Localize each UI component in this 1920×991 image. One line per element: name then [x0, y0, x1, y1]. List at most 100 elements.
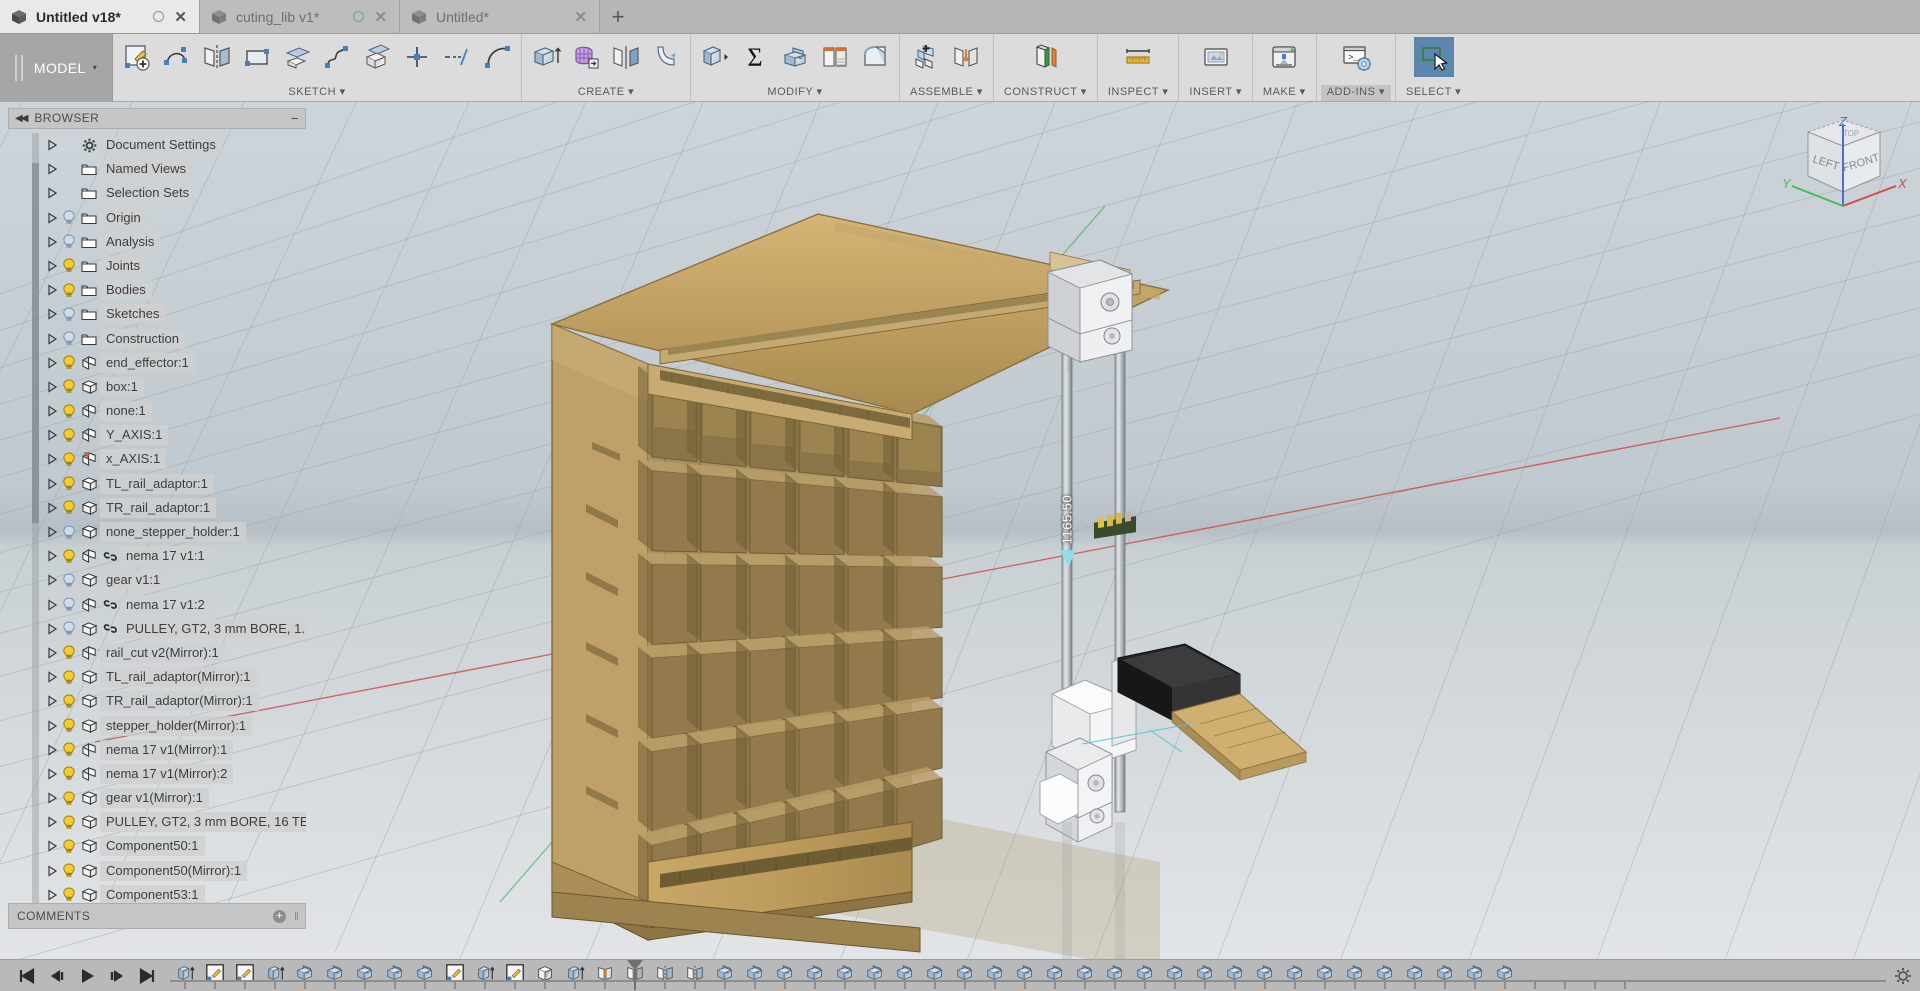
browser-item-23[interactable]: TR_rail_adaptor(Mirror):1 — [8, 689, 306, 713]
browser-item-24[interactable]: stepper_holder(Mirror):1 — [8, 713, 306, 737]
visibility-bulb-icon[interactable] — [60, 258, 78, 273]
appearance-button[interactable] — [815, 37, 855, 77]
browser-item-19[interactable]: nema 17 v1:2 — [8, 592, 306, 616]
browser-item-6[interactable]: Bodies — [8, 278, 306, 302]
browser-item-1[interactable]: Named Views — [8, 157, 306, 181]
step-forward-button[interactable] — [102, 961, 132, 991]
browser-item-20[interactable]: PULLEY, GT2, 3 mm BORE, 1... — [8, 617, 306, 641]
document-tab-0[interactable]: Untitled v18* ✕ — [0, 0, 200, 33]
visibility-bulb-icon[interactable] — [60, 355, 78, 370]
expand-triangle-icon[interactable] — [44, 695, 60, 707]
expand-triangle-icon[interactable] — [44, 236, 60, 248]
panel-label-make[interactable]: MAKE ▾ — [1257, 85, 1312, 101]
expand-triangle-icon[interactable] — [44, 381, 60, 393]
browser-item-17[interactable]: nema 17 v1:1 — [8, 544, 306, 568]
expand-triangle-icon[interactable] — [44, 840, 60, 852]
expand-triangle-icon[interactable] — [44, 647, 60, 659]
timeline-marker[interactable] — [627, 960, 643, 970]
expand-triangle-icon[interactable] — [44, 720, 60, 732]
expand-triangle-icon[interactable] — [44, 623, 60, 635]
browser-header[interactable]: ◀◀ BROWSER − — [8, 108, 306, 129]
expand-triangle-icon[interactable] — [44, 889, 60, 901]
mirror-sketch-button[interactable] — [197, 37, 237, 77]
visibility-bulb-icon[interactable] — [60, 597, 78, 612]
visibility-bulb-icon[interactable] — [60, 645, 78, 660]
browser-item-22[interactable]: TL_rail_adaptor(Mirror):1 — [8, 665, 306, 689]
visibility-bulb-icon[interactable] — [60, 500, 78, 515]
browser-item-29[interactable]: Component50:1 — [8, 834, 306, 858]
visibility-bulb-icon[interactable] — [60, 573, 78, 588]
browser-item-13[interactable]: x_AXIS:1 — [8, 447, 306, 471]
visibility-bulb-icon[interactable] — [60, 452, 78, 467]
expand-triangle-icon[interactable] — [44, 744, 60, 756]
timeline-settings-button[interactable] — [1886, 960, 1920, 991]
expand-triangle-icon[interactable] — [44, 816, 60, 828]
expand-triangle-icon[interactable] — [44, 308, 60, 320]
browser-item-27[interactable]: gear v1(Mirror):1 — [8, 786, 306, 810]
browser-item-18[interactable]: gear v1:1 — [8, 568, 306, 592]
close-icon[interactable]: ✕ — [572, 8, 589, 26]
expand-triangle-icon[interactable] — [44, 357, 60, 369]
comments-panel[interactable]: COMMENTS + ‖ — [8, 903, 306, 929]
browser-item-3[interactable]: Origin — [8, 205, 306, 229]
document-tab-2[interactable]: Untitled* ✕ — [400, 0, 600, 33]
browser-item-9[interactable]: end_effector:1 — [8, 351, 306, 375]
visibility-bulb-icon[interactable] — [60, 670, 78, 685]
expand-triangle-icon[interactable] — [44, 599, 60, 611]
expand-triangle-icon[interactable] — [44, 260, 60, 272]
minimize-icon[interactable]: − — [291, 111, 299, 126]
panel-label-modify[interactable]: MODIFY ▾ — [761, 85, 828, 101]
document-tab-1[interactable]: cuting_lib v1* ✕ — [200, 0, 400, 33]
visibility-bulb-icon[interactable] — [60, 379, 78, 394]
3d-print-button[interactable] — [1264, 37, 1304, 77]
expand-triangle-icon[interactable] — [44, 671, 60, 683]
visibility-bulb-icon[interactable] — [60, 525, 78, 540]
browser-item-8[interactable]: Construction — [8, 326, 306, 350]
expand-triangle-icon[interactable] — [44, 526, 60, 538]
expand-triangle-icon[interactable] — [44, 212, 60, 224]
browser-item-4[interactable]: Analysis — [8, 230, 306, 254]
browser-item-31[interactable]: Component53:1 — [8, 883, 306, 903]
new-tab-button[interactable]: + — [600, 0, 636, 33]
visibility-bulb-icon[interactable] — [60, 718, 78, 733]
browser-item-12[interactable]: Y_AXIS:1 — [8, 423, 306, 447]
line-button[interactable] — [157, 37, 197, 77]
panel-label-insert[interactable]: INSERT ▾ — [1183, 85, 1248, 101]
visibility-bulb-icon[interactable] — [60, 839, 78, 854]
panel-label-sketch[interactable]: SKETCH ▾ — [282, 85, 351, 101]
add-comment-icon[interactable]: + — [273, 910, 286, 923]
visibility-bulb-icon[interactable] — [60, 210, 78, 225]
expand-triangle-icon[interactable] — [44, 429, 60, 441]
new-component-button[interactable] — [906, 37, 946, 77]
panel-label-assemble[interactable]: ASSEMBLE ▾ — [904, 85, 989, 101]
browser-item-26[interactable]: nema 17 v1(Mirror):2 — [8, 762, 306, 786]
sweep-button[interactable] — [646, 37, 686, 77]
browser-item-25[interactable]: nema 17 v1(Mirror):1 — [8, 738, 306, 762]
press-pull-button[interactable] — [695, 37, 735, 77]
visibility-bulb-icon[interactable] — [60, 234, 78, 249]
visibility-bulb-icon[interactable] — [60, 307, 78, 322]
expand-triangle-icon[interactable] — [44, 478, 60, 490]
rectangle-button[interactable] — [237, 37, 277, 77]
expand-triangle-icon[interactable] — [44, 163, 60, 175]
browser-item-21[interactable]: rail_cut v2(Mirror):1 — [8, 641, 306, 665]
workspace-switcher-button[interactable]: MODEL ▾ — [0, 34, 113, 101]
visibility-bulb-icon[interactable] — [60, 549, 78, 564]
point-button[interactable] — [397, 37, 437, 77]
visibility-bulb-icon[interactable] — [60, 863, 78, 878]
select-button[interactable] — [1414, 37, 1454, 77]
visibility-bulb-icon[interactable] — [60, 766, 78, 781]
project-geometry-button[interactable] — [277, 37, 317, 77]
create-form-button[interactable] — [566, 37, 606, 77]
expand-triangle-icon[interactable] — [44, 139, 60, 151]
panel-label-addins[interactable]: ADD-INS ▾ — [1321, 85, 1391, 101]
visibility-bulb-icon[interactable] — [60, 621, 78, 636]
go-to-beginning-button[interactable] — [12, 961, 42, 991]
browser-item-15[interactable]: TR_rail_adaptor:1 — [8, 496, 306, 520]
visibility-bulb-icon[interactable] — [60, 742, 78, 757]
visibility-bulb-icon[interactable] — [60, 428, 78, 443]
expand-triangle-icon[interactable] — [44, 792, 60, 804]
browser-item-2[interactable]: Selection Sets — [8, 181, 306, 205]
expand-triangle-icon[interactable] — [44, 768, 60, 780]
browser-item-28[interactable]: PULLEY, GT2, 3 mm BORE, 16 TEE... — [8, 810, 306, 834]
